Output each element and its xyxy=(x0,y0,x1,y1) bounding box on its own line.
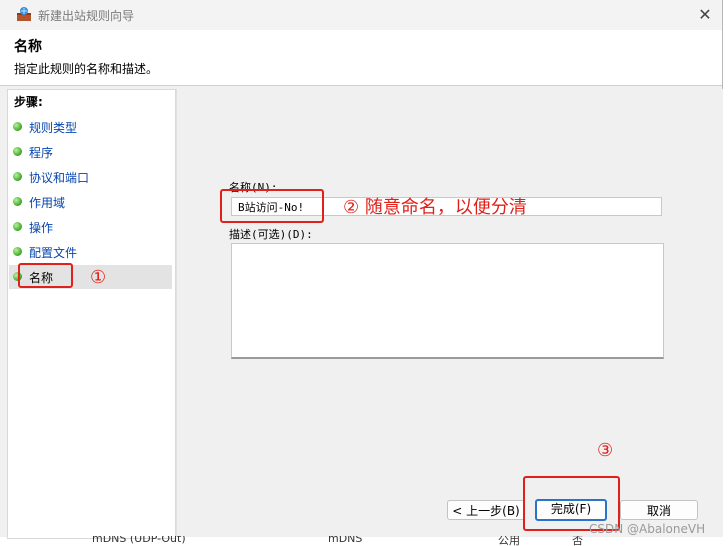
background-text: mDNS (UDP-Out) xyxy=(92,536,186,545)
step-label: 操作 xyxy=(29,221,54,235)
step-scope[interactable]: 作用域 xyxy=(9,190,172,214)
step-protocol-ports[interactable]: 协议和端口 xyxy=(9,165,172,189)
step-label: 协议和端口 xyxy=(29,171,90,185)
step-status-icon xyxy=(13,122,22,131)
step-label: 作用域 xyxy=(29,196,66,210)
step-status-icon xyxy=(13,197,22,206)
description-field-label: 描述(可选)(D): xyxy=(229,228,313,241)
highlight-box-name-step xyxy=(18,263,73,288)
step-action[interactable]: 操作 xyxy=(9,215,172,239)
page-title: 名称 xyxy=(14,39,42,55)
steps-title: 步骤: xyxy=(14,95,43,109)
step-rule-type[interactable]: 规则类型 xyxy=(9,115,172,139)
wizard-window: 新建出站规则向导 ✕ 名称 指定此规则的名称和描述。 步骤: 规则类型 程序 协… xyxy=(0,0,723,539)
background-text: 公用 xyxy=(498,536,520,546)
firewall-icon xyxy=(17,7,31,21)
cancel-button[interactable]: 取消 xyxy=(620,500,698,520)
step-status-icon xyxy=(13,247,22,256)
step-status-icon xyxy=(13,222,22,231)
annotation-step-3: ③ xyxy=(597,440,614,461)
step-label: 程序 xyxy=(29,146,54,160)
page-description: 指定此规则的名称和描述。 xyxy=(14,62,159,76)
background-rule-row: mDNS (UDP-Out) mDNS 公用 否 xyxy=(60,536,728,546)
close-icon: ✕ xyxy=(698,5,712,24)
window-title: 新建出站规则向导 xyxy=(38,9,135,23)
annotation-step-1: ① xyxy=(90,267,107,288)
annotation-step-2: ② 随意命名，以便分清 xyxy=(343,197,527,218)
watermark: CSDN @AbaloneVH xyxy=(589,522,706,536)
background-text: mDNS xyxy=(328,536,363,545)
step-status-icon xyxy=(13,172,22,181)
step-label: 配置文件 xyxy=(29,246,78,260)
page-header: 名称 指定此规则的名称和描述。 xyxy=(0,30,722,86)
step-status-icon xyxy=(13,147,22,156)
step-profile[interactable]: 配置文件 xyxy=(9,240,172,264)
title-bar[interactable]: 新建出站规则向导 ✕ xyxy=(0,0,722,30)
step-label: 规则类型 xyxy=(29,121,78,135)
steps-panel: 步骤: 规则类型 程序 协议和端口 作用域 操作 配置文件 名称 xyxy=(7,89,176,539)
description-textarea[interactable] xyxy=(231,243,664,359)
highlight-box-name-input xyxy=(220,189,324,223)
close-button[interactable]: ✕ xyxy=(688,0,722,30)
background-text: 否 xyxy=(572,536,583,546)
back-button[interactable]: < 上一步(B) xyxy=(447,500,525,520)
step-program[interactable]: 程序 xyxy=(9,140,172,164)
